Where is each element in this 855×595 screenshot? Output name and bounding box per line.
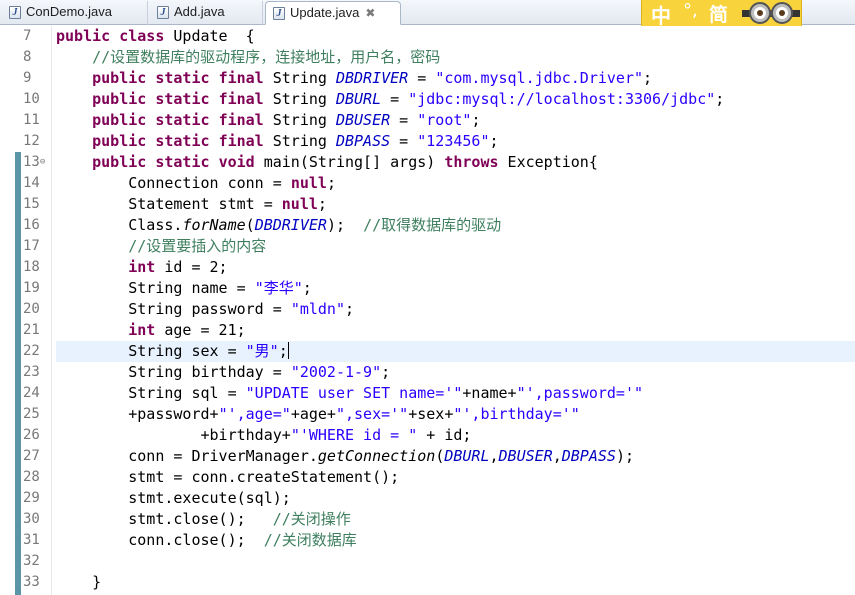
ime-punctuation-toggle[interactable]: °, [683,0,698,21]
line-number: 8 [23,49,32,65]
tab-label: Update.java [290,5,360,20]
line-number: 14 [23,175,40,191]
overview-ruler [0,26,12,595]
code-line[interactable]: String password = "mldn"; [56,299,354,320]
code-line[interactable]: stmt = conn.createStatement(); [56,467,399,488]
code-line[interactable]: public static final String DBUSER = "roo… [56,110,480,131]
line-number: 25 [23,406,40,422]
minion-face-icon[interactable] [742,1,800,27]
code-line[interactable]: Statement stmt = null; [56,194,327,215]
text-caret [287,342,289,359]
line-number: 31 [23,532,40,548]
code-line[interactable]: } [56,572,101,593]
line-number: 32 [23,553,40,569]
code-line[interactable]: Class.forName(DBDRIVER); //取得数据库的驱动 [56,215,501,236]
close-icon[interactable]: ✖ [365,2,375,24]
line-number: 30 [23,511,40,527]
line-number: 7 [23,28,32,44]
code-line[interactable]: String birthday = "2002-1-9"; [56,362,390,383]
eclipse-editor-window: J ConDemo.java J Add.java J Update.java ✖… [0,0,855,595]
code-line[interactable]: String sql = "UPDATE user SET name='"+na… [56,383,643,404]
code-line[interactable]: Connection conn = null; [56,173,336,194]
code-line[interactable]: public static final String DBDRIVER = "c… [56,68,652,89]
code-text-area[interactable]: public class Update { //设置数据库的驱动程序，连接地址，… [56,26,855,595]
line-number: 29 [23,490,40,506]
line-number: 11 [23,112,40,128]
line-number: 27 [23,448,40,464]
java-file-icon: J [157,6,169,19]
java-file-icon: J [273,7,285,20]
java-file-icon: J [9,6,21,19]
line-number: 10 [23,91,40,107]
code-line-current[interactable]: String sex = "男"; [56,341,289,362]
code-editor[interactable]: 7 8 9 10 11 12 13⊖ 14 15 16 17 18 19 20 … [0,26,855,595]
code-line[interactable]: conn = DriverManager.getConnection(DBURL… [56,446,634,467]
code-line[interactable]: //设置要插入的内容 [56,236,266,257]
line-number: 21 [23,322,40,338]
line-number: 22 [23,343,40,359]
code-line[interactable]: //设置数据库的驱动程序，连接地址，用户名，密码 [56,47,440,68]
tab-label: ConDemo.java [26,4,112,19]
tab-add-java[interactable]: J Add.java [150,1,263,25]
line-number-folding: 13⊖ [12,152,52,173]
line-number: 15 [23,196,40,212]
line-number: 33 [23,574,40,590]
code-line[interactable]: public static final String DBPASS = "123… [56,131,498,152]
ime-script-toggle[interactable]: 简 [709,0,728,27]
line-number: 23 [23,364,40,380]
line-number: 24 [23,385,40,401]
tab-condemo-java[interactable]: J ConDemo.java [2,1,148,25]
code-line[interactable]: stmt.close(); //关闭操作 [56,509,351,530]
ime-mode-toggle[interactable]: 中 [651,0,671,29]
code-line[interactable]: public class Update { [56,26,255,47]
code-line[interactable]: conn.close(); //关闭数据库 [56,530,357,551]
code-line[interactable]: +password+"',age="+age+",sex='"+sex+"',b… [56,404,580,425]
line-number: 28 [23,469,40,485]
code-line[interactable]: int id = 2; [56,257,227,278]
code-line[interactable]: public static final String DBURL = "jdbc… [56,89,724,110]
fold-collapse-icon[interactable]: ⊖ [40,157,45,167]
line-number: 9 [23,70,32,86]
code-line[interactable]: int age = 21; [56,320,245,341]
code-line[interactable]: String name = "李华"; [56,278,312,299]
line-number: 17 [23,238,40,254]
code-line[interactable]: stmt.execute(sql); [56,488,291,509]
line-number: 12 [23,133,40,149]
line-number: 13 [23,154,40,170]
line-number: 26 [23,427,40,443]
line-number-ruler: 7 8 9 10 11 12 13⊖ 14 15 16 17 18 19 20 … [12,26,52,595]
line-number: 16 [23,217,40,233]
tab-update-java[interactable]: J Update.java ✖ [265,1,401,25]
code-line[interactable]: public static void main(String[] args) t… [56,152,598,173]
tab-label: Add.java [174,4,225,19]
code-line[interactable]: +birthday+"'WHERE id = " + id; [56,425,471,446]
line-number: 18 [23,259,40,275]
line-number: 20 [23,301,40,317]
line-number: 19 [23,280,40,296]
